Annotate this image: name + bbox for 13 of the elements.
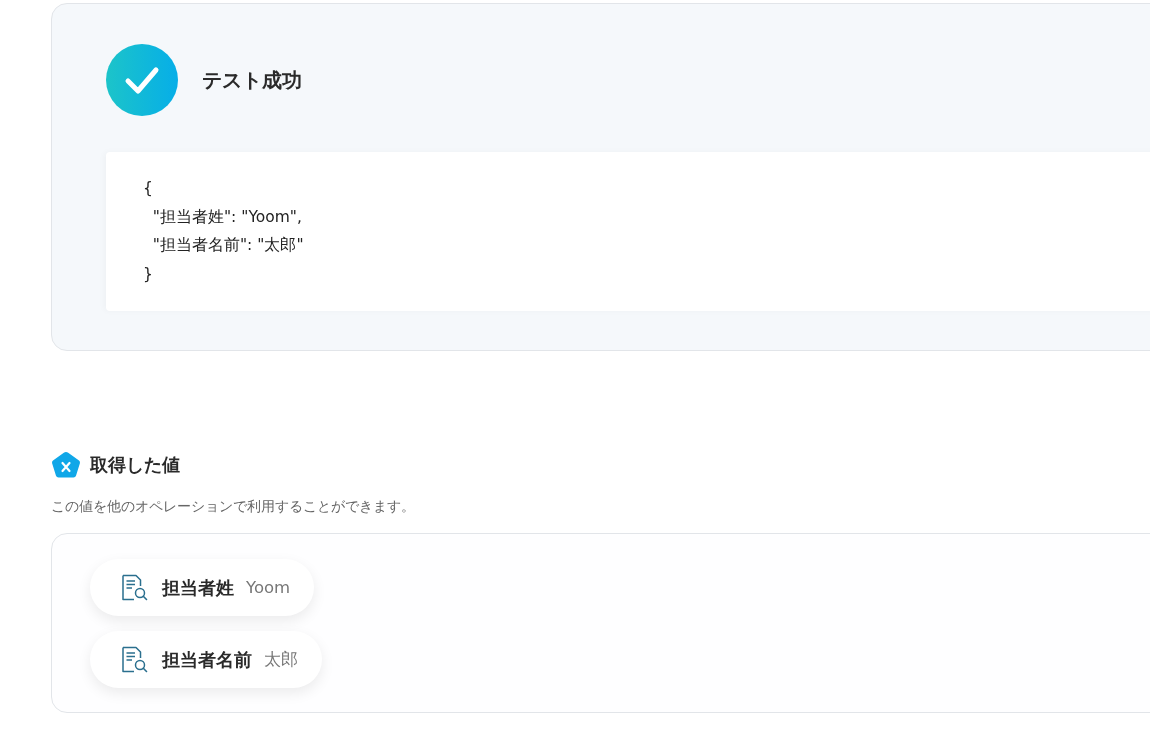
value-label: 担当者名前	[162, 647, 252, 672]
value-text: 太郎	[264, 648, 298, 671]
value-chip[interactable]: 担当者姓 Yoom	[90, 559, 315, 616]
json-output: { "担当者姓": "Yoom", "担当者名前": "太郎" }	[106, 152, 1150, 311]
section-description: この値を他のオペレーションで利用することができます。	[51, 497, 415, 516]
result-title: テスト成功	[202, 66, 302, 94]
document-search-icon	[121, 574, 148, 601]
value-label: 担当者姓	[162, 575, 234, 600]
pentagon-x-icon	[51, 450, 81, 480]
value-chip[interactable]: 担当者名前 太郎	[90, 631, 322, 688]
value-text: Yoom	[246, 578, 291, 597]
section-title: 取得した値	[90, 453, 180, 477]
document-search-icon	[121, 646, 148, 673]
